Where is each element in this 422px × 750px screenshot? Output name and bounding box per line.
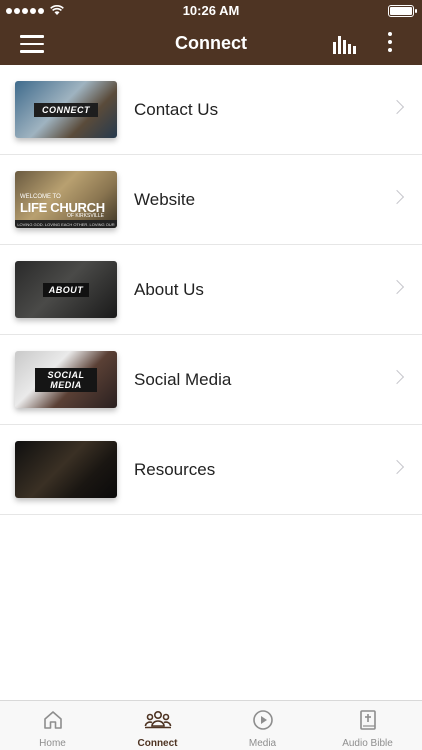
list-item-social-media[interactable]: SOCIAL MEDIA Social Media — [0, 335, 422, 425]
list-item-label: Website — [134, 190, 196, 209]
tab-media[interactable]: Media — [210, 701, 315, 750]
play-circle-icon — [252, 710, 273, 730]
list-item-contact-us[interactable]: CONNECT Contact Us — [0, 65, 422, 155]
about-thumbnail: ABOUT — [15, 261, 117, 318]
thumbnail-caption: LOVING GOD. LOVING EACH OTHER. LOVING OU… — [15, 220, 117, 228]
chevron-right-icon — [389, 369, 405, 385]
list-item-about-us[interactable]: ABOUT About Us — [0, 245, 422, 335]
website-thumbnail: WELCOME TO LIFE CHURCH OF KIRKSVILLE LOV… — [15, 171, 117, 228]
status-time: 10:26 AM — [182, 3, 240, 18]
list-item-label: Contact Us — [134, 100, 219, 119]
connect-list: CONNECT Contact Us WELCOME TO LIFE CHURC… — [0, 65, 422, 515]
tab-label: Audio Bible — [342, 738, 393, 749]
status-bar: 10:26 AM — [0, 0, 422, 22]
tab-label: Home — [39, 738, 66, 749]
tab-home[interactable]: Home — [0, 701, 105, 750]
thumbnail-caption: CONNECT — [34, 102, 98, 117]
list-item-resources[interactable]: Resources — [0, 425, 422, 515]
thumbnail-caption: ABOUT — [43, 282, 89, 297]
nav-bar: Connect — [0, 22, 422, 65]
list-item-label: About Us — [134, 280, 204, 299]
thumbnail-caption: OF KIRKSVILLE — [67, 213, 104, 219]
thumbnail-caption: SOCIAL MEDIA — [35, 367, 97, 392]
bars-chart-icon[interactable] — [333, 34, 357, 54]
tab-label: Media — [248, 738, 277, 749]
resources-thumbnail — [15, 441, 117, 498]
tab-connect[interactable]: Connect — [105, 701, 210, 750]
tab-label: Connect — [137, 738, 178, 749]
chevron-right-icon — [389, 99, 405, 115]
chevron-right-icon — [389, 189, 405, 205]
people-icon — [144, 710, 171, 729]
social-thumbnail: SOCIAL MEDIA — [15, 351, 117, 408]
list-item-label: Social Media — [134, 370, 232, 389]
chevron-right-icon — [389, 459, 405, 475]
home-icon — [43, 711, 62, 729]
page-title: Connect — [175, 33, 247, 53]
list-item-website[interactable]: WELCOME TO LIFE CHURCH OF KIRKSVILLE LOV… — [0, 155, 422, 245]
chevron-right-icon — [389, 279, 405, 295]
battery-icon — [388, 5, 417, 17]
tab-bar: Home Connect Media Audio Bible — [0, 700, 422, 750]
list-item-label: Resources — [134, 460, 216, 479]
more-options-icon[interactable] — [385, 32, 395, 56]
contact-thumbnail: CONNECT — [15, 81, 117, 138]
bible-icon — [359, 710, 376, 730]
tab-audio-bible[interactable]: Audio Bible — [315, 701, 420, 750]
